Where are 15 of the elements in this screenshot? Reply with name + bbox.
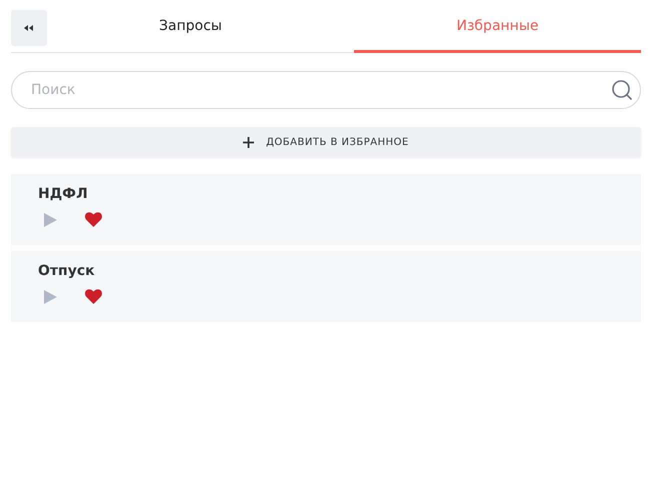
play-icon[interactable] [44, 290, 57, 304]
favorite-card[interactable]: НДФЛ [11, 174, 641, 245]
play-icon[interactable] [44, 212, 57, 226]
add-favorite-button[interactable]: ДОБАВИТЬ В ИЗБРАННОЕ [11, 127, 641, 157]
search-field[interactable]: Поиск [11, 71, 641, 109]
collapse-button[interactable] [11, 10, 47, 46]
favorite-card[interactable]: Отпуск [11, 251, 641, 322]
heart-icon[interactable] [85, 212, 102, 227]
heart-icon[interactable] [85, 289, 102, 304]
plus-icon [243, 136, 254, 148]
card-title: НДФЛ [38, 186, 89, 202]
search-icon [611, 79, 633, 101]
tab[interactable]: Запросы [47, 10, 334, 53]
card-title: Отпуск [38, 263, 96, 279]
double-caret-left-icon [24, 25, 34, 31]
